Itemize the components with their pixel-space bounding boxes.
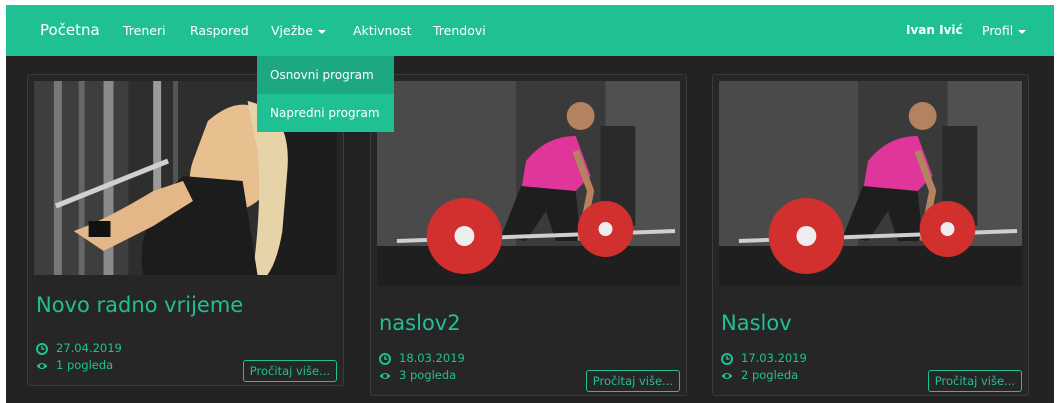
nav-link-treneri[interactable]: Treneri <box>123 5 166 56</box>
clock-icon <box>379 352 391 365</box>
deadlift-photo <box>377 81 680 286</box>
eye-icon <box>379 372 391 379</box>
deadlift-photo <box>719 81 1022 286</box>
card-date: 18.03.2019 <box>379 350 465 366</box>
nav-link-aktivnost[interactable]: Aktivnost <box>353 5 412 56</box>
nav-link-trendovi[interactable]: Trendovi <box>433 5 486 56</box>
vjezbe-dropdown-menu: Osnovni program Napredni program <box>257 56 394 132</box>
eye-icon <box>36 362 48 369</box>
caret-down-icon <box>1018 29 1027 34</box>
read-more-button[interactable]: Pročitaj više... <box>927 370 1022 392</box>
card-views: 1 pogleda <box>36 357 113 373</box>
page: Početna Treneri Raspored Vježbe Aktivnos… <box>6 5 1054 403</box>
card-title[interactable]: Novo radno vrijeme <box>36 293 243 317</box>
nav-profile-menu[interactable]: Profil <box>982 5 1027 56</box>
news-card: Naslov 17.03.2019 2 pogleda Pročitaj viš… <box>712 74 1029 396</box>
card-views: 3 pogleda <box>379 367 456 383</box>
nav-brand-home[interactable]: Početna <box>40 5 100 56</box>
card-image-deadlift <box>719 81 1022 286</box>
read-more-button[interactable]: Pročitaj više... <box>585 370 680 392</box>
card-views-text: 1 pogleda <box>56 358 114 372</box>
clock-icon <box>721 352 733 365</box>
navbar: Početna Treneri Raspored Vježbe Aktivnos… <box>6 5 1054 56</box>
card-date: 17.03.2019 <box>721 350 807 366</box>
caret-down-icon <box>317 29 326 34</box>
nav-link-vjezbe-label: Vježbe <box>271 23 313 38</box>
card-date-text: 18.03.2019 <box>399 351 465 365</box>
clock-icon <box>36 342 48 355</box>
card-title[interactable]: Naslov <box>721 311 792 335</box>
card-date-text: 27.04.2019 <box>56 341 122 355</box>
card-views: 2 pogleda <box>721 367 798 383</box>
card-views-text: 2 pogleda <box>741 368 799 382</box>
card-views-text: 3 pogleda <box>399 368 457 382</box>
card-image-deadlift <box>377 81 680 286</box>
news-card: naslov2 18.03.2019 3 pogleda Pročitaj vi… <box>370 74 687 396</box>
card-title[interactable]: naslov2 <box>379 311 461 335</box>
card-date: 27.04.2019 <box>36 340 122 356</box>
read-more-button[interactable]: Pročitaj više... <box>242 360 337 382</box>
nav-link-vjezbe[interactable]: Vježbe <box>271 5 326 56</box>
nav-user-name[interactable]: Ivan Ivić <box>906 5 963 56</box>
card-date-text: 17.03.2019 <box>741 351 807 365</box>
nav-link-raspored[interactable]: Raspored <box>190 5 249 56</box>
dropdown-item-osnovni-program[interactable]: Osnovni program <box>257 56 394 94</box>
eye-icon <box>721 372 733 379</box>
dropdown-item-napredni-program[interactable]: Napredni program <box>257 94 394 132</box>
nav-profile-label: Profil <box>982 23 1014 38</box>
